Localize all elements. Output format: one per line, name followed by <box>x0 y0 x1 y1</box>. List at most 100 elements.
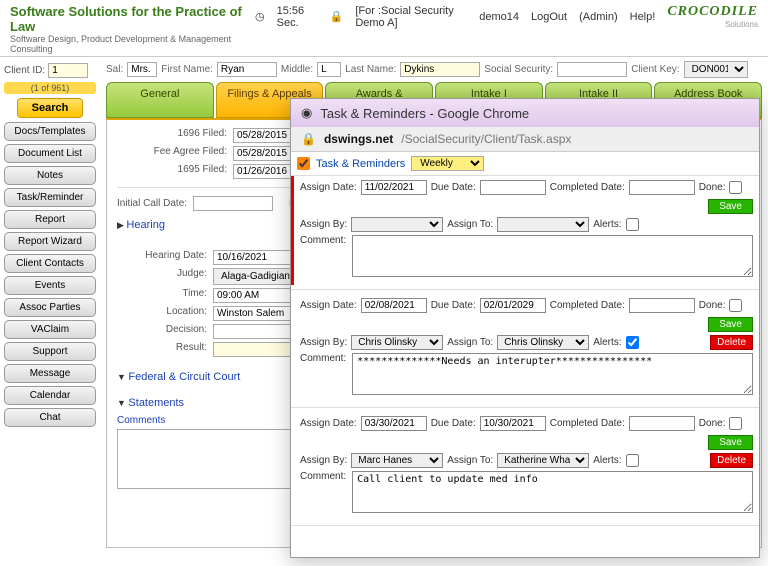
nav-calendar[interactable]: Calendar <box>4 386 96 405</box>
sal-input[interactable] <box>127 62 157 77</box>
assign-to-label: Assign To: <box>447 219 493 230</box>
assign-to-select-0[interactable] <box>497 217 589 232</box>
key-select[interactable]: DON001 <box>684 61 748 78</box>
completed-date-input-1[interactable] <box>629 298 695 313</box>
fn-input[interactable] <box>217 62 277 77</box>
help-link[interactable]: Help! <box>630 11 656 23</box>
assign-to-select-2[interactable]: Katherine Whaling <box>497 453 589 468</box>
completed-date-label: Completed Date: <box>550 182 625 193</box>
header-right: ◷ 15:56 Sec. 🔒 [For :Social Security Dem… <box>255 4 758 29</box>
assign-date-input-1[interactable] <box>361 298 427 313</box>
done-checkbox-1[interactable] <box>729 299 742 312</box>
filed-1696-label: 1696 Filed: <box>117 128 227 143</box>
hearing-date-label: Hearing Date: <box>117 250 207 265</box>
completed-date-input-2[interactable] <box>629 416 695 431</box>
logout-link[interactable]: LogOut <box>531 11 567 23</box>
done-label: Done: <box>699 300 726 311</box>
search-button[interactable]: Search <box>17 98 84 118</box>
nav-task-reminder[interactable]: Task/Reminder <box>4 188 96 207</box>
nav-document-list[interactable]: Document List <box>4 144 96 163</box>
sal-label: Sal: <box>106 64 123 75</box>
location-label: Location: <box>117 306 207 321</box>
app-header: Software Solutions for the Practice of L… <box>0 0 768 57</box>
due-date-input-0[interactable] <box>480 180 546 195</box>
done-checkbox-2[interactable] <box>729 417 742 430</box>
nav-events[interactable]: Events <box>4 276 96 295</box>
delete-button-2[interactable]: Delete <box>710 453 753 468</box>
for-label: [For :Social Security Demo A] <box>355 5 467 29</box>
comment-textarea-1[interactable] <box>352 353 753 395</box>
due-date-label: Due Date: <box>431 418 476 429</box>
assign-date-label: Assign Date: <box>300 300 357 311</box>
popup-body[interactable]: Task & Reminders Weekly Assign Date: Due… <box>291 152 759 557</box>
comment-label: Comment: <box>300 235 346 277</box>
task-section-checkbox[interactable] <box>297 157 310 170</box>
popup-titlebar[interactable]: ◉ Task & Reminders - Google Chrome <box>291 99 759 127</box>
save-button-1[interactable]: Save <box>708 317 753 332</box>
client-id-row: Client ID: <box>4 63 96 78</box>
nav-chat[interactable]: Chat <box>4 408 96 427</box>
nav-vaclaim[interactable]: VAClaim <box>4 320 96 339</box>
assign-by-select-2[interactable]: Marc Hanes <box>351 453 443 468</box>
delete-button-1[interactable]: Delete <box>710 335 753 350</box>
assign-date-input-0[interactable] <box>361 180 427 195</box>
assign-to-select-1[interactable]: Chris Olinsky <box>497 335 589 350</box>
result-label: Result: <box>117 342 207 357</box>
nav-assoc-parties[interactable]: Assoc Parties <box>4 298 96 317</box>
due-date-label: Due Date: <box>431 182 476 193</box>
nav-message[interactable]: Message <box>4 364 96 383</box>
assign-by-label: Assign By: <box>300 455 347 466</box>
nav-docs-templates[interactable]: Docs/Templates <box>4 122 96 141</box>
ln-label: Last Name: <box>345 64 396 75</box>
nav-report[interactable]: Report <box>4 210 96 229</box>
task-section-header: Task & Reminders Weekly <box>291 152 759 176</box>
admin-link[interactable]: (Admin) <box>579 11 618 23</box>
lock-icon: 🔒 <box>301 132 316 146</box>
popup-path: /SocialSecurity/Client/Task.aspx <box>401 132 571 146</box>
mi-label: Middle: <box>281 64 313 75</box>
alerts-checkbox-1[interactable] <box>626 336 639 349</box>
done-label: Done: <box>699 418 726 429</box>
logo: CROCODILE Solutions <box>667 4 758 29</box>
user-link[interactable]: demo14 <box>479 11 519 23</box>
logo-sub: Solutions <box>667 20 758 29</box>
due-date-label: Due Date: <box>431 300 476 311</box>
tab-general[interactable]: General <box>106 82 214 118</box>
alerts-checkbox-0[interactable] <box>626 218 639 231</box>
assign-by-select-0[interactable] <box>351 217 443 232</box>
due-date-input-2[interactable] <box>480 416 546 431</box>
alerts-label: Alerts: <box>593 455 621 466</box>
assign-by-select-1[interactable]: Chris Olinsky <box>351 335 443 350</box>
alerts-label: Alerts: <box>593 219 621 230</box>
client-id-input[interactable] <box>48 63 88 78</box>
time-label: Time: <box>117 288 207 303</box>
initial-call-input[interactable] <box>193 196 273 211</box>
comment-label: Comment: <box>300 471 346 513</box>
ln-input[interactable] <box>400 62 480 77</box>
app-subtitle: Software Design, Product Development & M… <box>10 34 255 54</box>
alerts-checkbox-2[interactable] <box>626 454 639 467</box>
save-button-2[interactable]: Save <box>708 435 753 450</box>
nav-support[interactable]: Support <box>4 342 96 361</box>
save-button-0[interactable]: Save <box>708 199 753 214</box>
nav-notes[interactable]: Notes <box>4 166 96 185</box>
client-id-label: Client ID: <box>4 65 45 76</box>
nav-client-contacts[interactable]: Client Contacts <box>4 254 96 273</box>
nav-report-wizard[interactable]: Report Wizard <box>4 232 96 251</box>
done-checkbox-0[interactable] <box>729 181 742 194</box>
assign-by-label: Assign By: <box>300 219 347 230</box>
popup-title: Task & Reminders - Google Chrome <box>320 106 529 121</box>
task-freq-select[interactable]: Weekly <box>411 156 484 171</box>
mi-input[interactable] <box>317 62 341 77</box>
popup-urlbar: 🔒 dswings.net/SocialSecurity/Client/Task… <box>291 127 759 152</box>
assign-date-input-2[interactable] <box>361 416 427 431</box>
comment-textarea-2[interactable] <box>352 471 753 513</box>
completed-date-input-0[interactable] <box>629 180 695 195</box>
comment-textarea-0[interactable] <box>352 235 753 277</box>
ssn-label: Social Security: <box>484 64 553 75</box>
due-date-input-1[interactable] <box>480 298 546 313</box>
task-block-2: Assign Date: Due Date: Completed Date: D… <box>291 412 759 521</box>
task-section-title: Task & Reminders <box>316 158 405 170</box>
popup-domain: dswings.net <box>324 132 393 146</box>
ssn-input[interactable] <box>557 62 627 77</box>
